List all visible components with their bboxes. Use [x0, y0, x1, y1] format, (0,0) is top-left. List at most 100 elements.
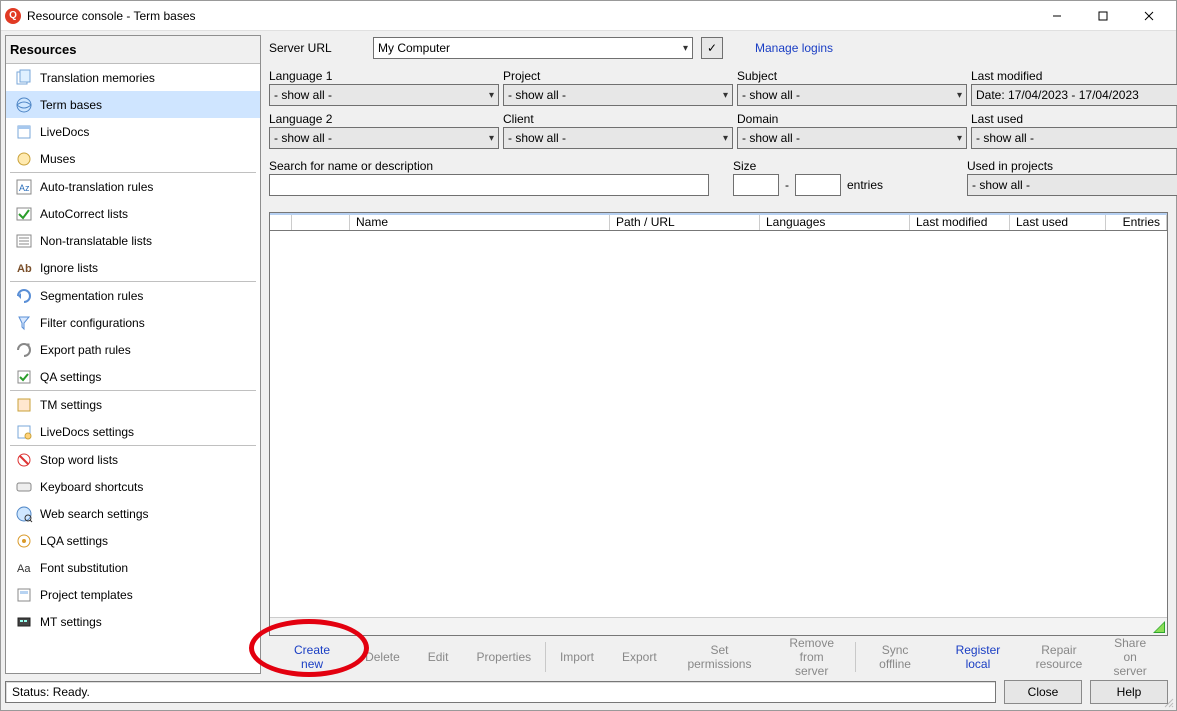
- sidebar-item-icon: [14, 95, 34, 115]
- sidebar-item-label: LQA settings: [40, 534, 108, 548]
- filter-value: - show all -: [976, 131, 1034, 145]
- sidebar-item-label: Font substitution: [40, 561, 128, 575]
- sidebar-item-muses[interactable]: Muses: [6, 145, 260, 172]
- chevron-down-icon: ▾: [489, 90, 494, 101]
- sidebar-item-project-templates[interactable]: Project templates: [6, 581, 260, 608]
- sidebar-item-label: LiveDocs settings: [40, 425, 134, 439]
- column-header[interactable]: Name: [350, 213, 610, 230]
- sidebar-item-icon: [14, 585, 34, 605]
- filter-combo-last-modified[interactable]: Date: 17/04/2023 - 17/04/2023▾: [971, 84, 1177, 106]
- svg-text:Az: Az: [19, 183, 30, 193]
- column-header[interactable]: Last modified: [910, 213, 1010, 230]
- sidebar-item-livedocs-settings[interactable]: LiveDocs settings: [6, 418, 260, 445]
- sidebar-item-label: Term bases: [40, 98, 102, 112]
- main-panel: Server URL My Computer ▾ ✓ Manage logins…: [261, 31, 1176, 678]
- server-url-combo[interactable]: My Computer ▾: [373, 37, 693, 59]
- remove-from-server-action[interactable]: Remove from server: [768, 636, 855, 678]
- sidebar-item-web-search-settings[interactable]: Web search settings: [6, 500, 260, 527]
- close-button[interactable]: Close: [1004, 680, 1082, 704]
- column-header[interactable]: Path / URL: [610, 213, 760, 230]
- column-header[interactable]: Entries: [1106, 213, 1167, 230]
- sidebar-item-auto-translation-rules[interactable]: AzAuto-translation rules: [6, 173, 260, 200]
- sidebar-item-label: Export path rules: [40, 343, 131, 357]
- sidebar-item-icon: Az: [14, 177, 34, 197]
- sidebar-item-label: QA settings: [40, 370, 101, 384]
- sidebar-item-tm-settings[interactable]: TM settings: [6, 391, 260, 418]
- sidebar-item-non-translatable-lists[interactable]: Non-translatable lists: [6, 227, 260, 254]
- properties-action[interactable]: Properties: [462, 636, 545, 678]
- import-action[interactable]: Import: [546, 636, 608, 678]
- sidebar-item-font-substitution[interactable]: Aa Font substitution: [6, 554, 260, 581]
- repair-resource-action[interactable]: Repair resource: [1022, 636, 1097, 678]
- filter-combo-client[interactable]: - show all -▾: [503, 127, 733, 149]
- column-header[interactable]: Last used: [1010, 213, 1106, 230]
- filter-label: Language 1: [269, 69, 499, 83]
- sidebar-item-autocorrect-lists[interactable]: AutoCorrect lists: [6, 200, 260, 227]
- filter-value: - show all -: [508, 88, 566, 102]
- sidebar-item-filter-configurations[interactable]: Filter configurations: [6, 309, 260, 336]
- share-on-server-action[interactable]: Share on server: [1096, 636, 1164, 678]
- create-new-action[interactable]: Create new: [273, 636, 351, 678]
- filter-combo-last-used[interactable]: - show all -▾: [971, 127, 1177, 149]
- minimize-button[interactable]: [1034, 1, 1080, 31]
- sidebar-item-icon: [14, 504, 34, 524]
- filter-combo-domain[interactable]: - show all - ▾: [737, 127, 967, 149]
- filter-label: Last modified: [971, 69, 1177, 83]
- sidebar-item-icon: [14, 531, 34, 551]
- manage-logins-link[interactable]: Manage logins: [755, 41, 833, 55]
- column-header[interactable]: [270, 213, 292, 230]
- help-button[interactable]: Help: [1090, 680, 1168, 704]
- sidebar-item-stop-word-lists[interactable]: Stop word lists: [6, 446, 260, 473]
- size-max-input[interactable]: [795, 174, 841, 196]
- column-header[interactable]: Languages: [760, 213, 910, 230]
- delete-action[interactable]: Delete: [351, 636, 414, 678]
- server-url-apply-button[interactable]: ✓: [701, 37, 723, 59]
- sidebar-item-qa-settings[interactable]: QA settings: [6, 363, 260, 390]
- sync-offline-action[interactable]: Sync offline: [856, 636, 934, 678]
- filter-combo-project[interactable]: - show all - ▾: [503, 84, 733, 106]
- close-window-button[interactable]: [1126, 1, 1172, 31]
- sidebar-item-keyboard-shortcuts[interactable]: Keyboard shortcuts: [6, 473, 260, 500]
- sidebar-item-mt-settings[interactable]: MT settings: [6, 608, 260, 635]
- sidebar-item-label: Keyboard shortcuts: [40, 480, 143, 494]
- status-bar: Status: Ready.: [5, 681, 996, 703]
- filter-value: - show all -: [742, 131, 800, 145]
- svg-text:Ab: Ab: [17, 263, 32, 275]
- filter-combo-language-1[interactable]: - show all - ▾: [269, 84, 499, 106]
- filter-combo-language-2[interactable]: - show all -▾: [269, 127, 499, 149]
- filter-value: - show all -: [274, 88, 332, 102]
- resize-grip[interactable]: [1162, 696, 1174, 708]
- sidebar-item-livedocs[interactable]: LiveDocs: [6, 118, 260, 145]
- sidebar-item-lqa-settings[interactable]: LQA settings: [6, 527, 260, 554]
- chevron-down-icon: ▾: [723, 133, 728, 144]
- table-footer: [270, 617, 1167, 635]
- sidebar-item-icon: [14, 612, 34, 632]
- sidebar-item-icon: [14, 313, 34, 333]
- sidebar-item-ignore-lists[interactable]: Ab Ignore lists: [6, 254, 260, 281]
- sidebar-item-translation-memories[interactable]: Translation memories: [6, 64, 260, 91]
- column-header[interactable]: [292, 213, 350, 230]
- sidebar-item-label: Filter configurations: [40, 316, 145, 330]
- svg-text:Aa: Aa: [17, 563, 31, 575]
- filter-combo-subject[interactable]: - show all -▾: [737, 84, 967, 106]
- results-table: NamePath / URLLanguagesLast modifiedLast…: [269, 212, 1168, 636]
- sidebar-item-label: Stop word lists: [40, 453, 118, 467]
- set-permissions-action[interactable]: Set permissions: [671, 636, 769, 678]
- sidebar-item-term-bases[interactable]: Term bases: [6, 91, 260, 118]
- resource-console-window: Q Resource console - Term bases Resource…: [0, 0, 1177, 711]
- sidebar-item-segmentation-rules[interactable]: Segmentation rules: [6, 282, 260, 309]
- register-local-action[interactable]: Register local: [934, 636, 1021, 678]
- used-in-projects-combo[interactable]: - show all - ▾: [967, 174, 1177, 196]
- chevron-down-icon: ▾: [723, 90, 728, 101]
- edit-action[interactable]: Edit: [414, 636, 463, 678]
- search-input[interactable]: [269, 174, 709, 196]
- chevron-down-icon: ▾: [957, 133, 962, 144]
- size-min-input[interactable]: [733, 174, 779, 196]
- maximize-button[interactable]: [1080, 1, 1126, 31]
- sidebar-item-icon: [14, 68, 34, 88]
- filter-label: Last used: [971, 112, 1177, 126]
- chevron-down-icon: ▾: [683, 43, 688, 54]
- sidebar-item-label: Ignore lists: [40, 261, 98, 275]
- export-action[interactable]: Export: [608, 636, 671, 678]
- sidebar-item-export-path-rules[interactable]: Export path rules: [6, 336, 260, 363]
